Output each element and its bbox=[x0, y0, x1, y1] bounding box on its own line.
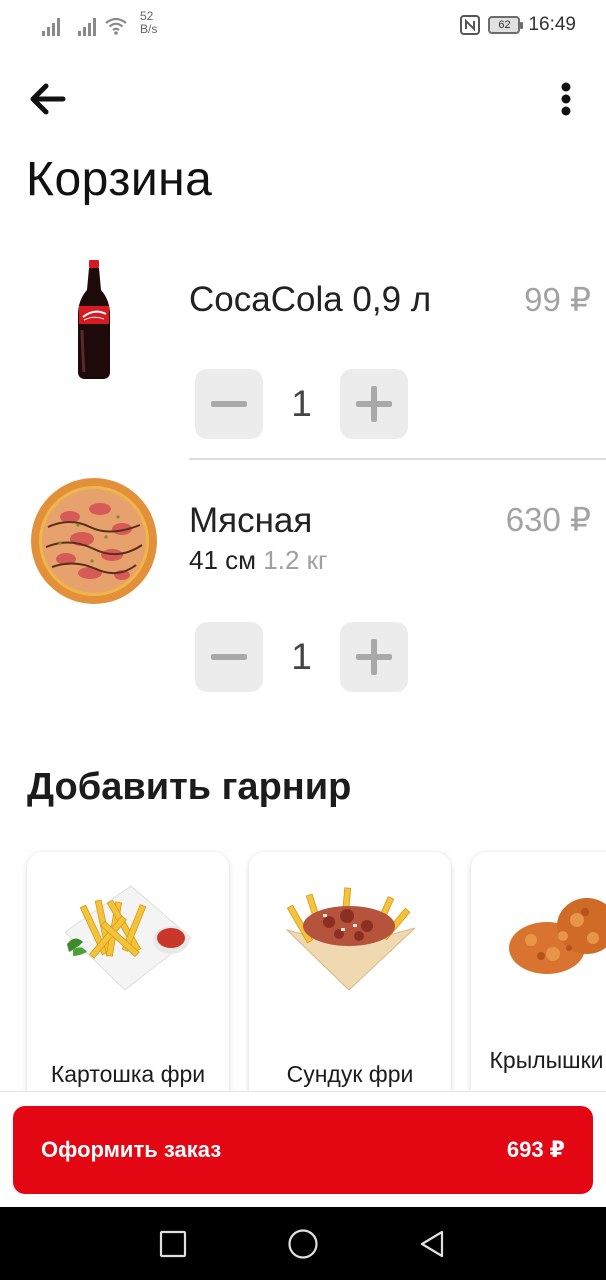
order-total: 693 ₽ bbox=[506, 1137, 565, 1162]
french-fries-image bbox=[64, 885, 192, 991]
item-size: 41 см bbox=[189, 545, 257, 575]
wifi-icon bbox=[105, 17, 127, 35]
garnish-label: Картошка фри bbox=[50, 1061, 206, 1087]
home-button[interactable] bbox=[286, 1227, 320, 1261]
garnish-card[interactable]: Картошка фри bbox=[27, 852, 229, 1095]
minus-icon bbox=[211, 654, 247, 660]
nfc-icon bbox=[460, 15, 481, 35]
arrow-left-icon bbox=[30, 83, 66, 115]
decrease-quantity-button[interactable] bbox=[195, 622, 263, 692]
battery-icon: 62 bbox=[488, 16, 524, 34]
garnish-card[interactable]: Сундук фри bbox=[249, 852, 451, 1095]
item-weight: 1.2 кг bbox=[263, 545, 328, 575]
garnish-section-title: Добавить гарнир bbox=[27, 766, 352, 808]
checkout-button[interactable]: Оформить заказ 693 ₽ bbox=[13, 1106, 593, 1194]
plus-icon bbox=[356, 639, 392, 675]
cart-item-divider bbox=[189, 458, 606, 460]
cola-bottle-image bbox=[78, 260, 110, 379]
battery-level: 62 bbox=[498, 19, 511, 31]
garnish-label: Сундук фри bbox=[286, 1061, 414, 1087]
chicken-wings-image bbox=[509, 898, 606, 974]
triangle-back-icon bbox=[420, 1230, 444, 1258]
fries-box-image bbox=[285, 887, 416, 991]
back-nav-button[interactable] bbox=[415, 1227, 449, 1261]
back-button[interactable] bbox=[24, 76, 70, 122]
recents-button[interactable] bbox=[156, 1227, 190, 1261]
more-vertical-icon bbox=[561, 82, 571, 116]
quantity-value: 1 bbox=[291, 636, 312, 677]
item-name: CocaCola 0,9 л bbox=[189, 280, 432, 319]
quantity-stepper: 1 bbox=[195, 622, 408, 692]
network-speed: 52 B/s bbox=[140, 10, 157, 36]
status-left: 52 B/s bbox=[42, 10, 157, 36]
increase-quantity-button[interactable] bbox=[340, 369, 408, 439]
status-bar: 52 B/s 62 16:49 bbox=[0, 0, 606, 52]
decrease-quantity-button[interactable] bbox=[195, 369, 263, 439]
signal-sim1-icon bbox=[42, 18, 60, 36]
increase-quantity-button[interactable] bbox=[340, 622, 408, 692]
item-name: Мясная bbox=[189, 501, 313, 540]
item-price: 99 ₽ bbox=[524, 281, 591, 318]
network-speed-unit: B/s bbox=[140, 22, 158, 36]
signal-sim2-icon bbox=[78, 18, 96, 36]
garnish-card[interactable]: Крылышки фри bbox=[471, 852, 606, 1095]
minus-icon bbox=[211, 401, 247, 407]
status-time: 16:49 bbox=[528, 14, 576, 35]
order-bar: Оформить заказ 693 ₽ bbox=[0, 1091, 606, 1207]
quantity-value: 1 bbox=[291, 383, 312, 424]
system-navigation-bar bbox=[0, 1207, 606, 1280]
garnish-carousel[interactable]: Картошка фри Сундук фри Крылышки фри bbox=[0, 850, 606, 1095]
square-icon bbox=[159, 1230, 187, 1258]
status-right: 62 16:49 bbox=[460, 14, 576, 36]
plus-icon bbox=[356, 386, 392, 422]
item-price: 630 ₽ bbox=[505, 501, 591, 538]
more-menu-button[interactable] bbox=[546, 76, 586, 122]
garnish-label: Крылышки фри bbox=[489, 1047, 606, 1073]
checkout-label: Оформить заказ bbox=[41, 1137, 222, 1162]
item-details: 41 см 1.2 кг bbox=[189, 545, 328, 576]
quantity-stepper: 1 bbox=[195, 369, 408, 439]
page-title: Корзина bbox=[26, 153, 213, 206]
pizza-image bbox=[31, 478, 157, 604]
circle-icon bbox=[288, 1229, 318, 1259]
